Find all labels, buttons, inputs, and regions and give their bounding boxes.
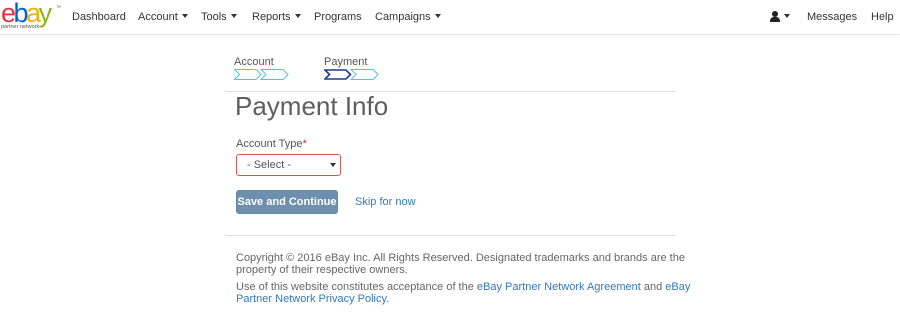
nav-help[interactable]: Help [871, 0, 894, 35]
caret-down-icon [230, 14, 237, 19]
partner-agreement-link[interactable]: eBay Partner Network Agreement [477, 281, 641, 293]
terms-period: . [386, 293, 390, 305]
top-navbar: ebay ™ partner network Dashboard Account… [0, 0, 900, 35]
nav-messages-label: Messages [807, 11, 858, 23]
step-account-chevrons [234, 69, 289, 80]
nav-reports-dropdown[interactable]: Reports [252, 0, 301, 35]
caret-down-icon [294, 14, 301, 19]
chevron-down-icon [330, 163, 336, 167]
account-type-select-value: - Select - [247, 159, 292, 171]
step-chevron-current [324, 69, 352, 80]
terms-line-1: Use of this website constitutes acceptan… [236, 281, 690, 293]
nav-campaigns-label: Campaigns [375, 11, 431, 23]
copyright-line-1: Copyright © 2016 eBay Inc. All Rights Re… [236, 252, 685, 264]
nav-campaigns-dropdown[interactable]: Campaigns [375, 0, 441, 35]
logo-subtitle: partner network [1, 24, 40, 30]
terms-line-2: Partner Network Privacy Policy. [236, 293, 690, 305]
copyright-text: Copyright © 2016 eBay Inc. All Rights Re… [236, 252, 685, 276]
nav-messages[interactable]: Messages [807, 0, 857, 35]
account-type-select[interactable]: - Select - [236, 154, 341, 176]
step-chevron [234, 69, 262, 80]
account-type-label-text: Account Type [236, 138, 303, 150]
step-chevron [349, 69, 379, 80]
nav-programs[interactable]: Programs [314, 0, 362, 35]
user-menu-dropdown[interactable] [770, 0, 790, 35]
nav-account-label: Account [138, 11, 178, 23]
ebay-partner-network-logo[interactable]: ebay ™ partner network [0, 0, 64, 32]
copyright-line-2: property of their respective owners. [236, 264, 408, 276]
user-icon [770, 10, 780, 22]
account-type-label: Account Type* [236, 138, 307, 150]
terms-and: and [643, 281, 663, 293]
nav-dashboard[interactable]: Dashboard [72, 0, 126, 35]
terms-text: Use of this website constitutes acceptan… [236, 281, 690, 305]
nav-help-label: Help [871, 11, 894, 23]
step-payment-chevrons [324, 69, 379, 80]
step-account-label: Account [234, 56, 274, 68]
nav-account-dropdown[interactable]: Account [138, 0, 188, 35]
skip-for-now-link[interactable]: Skip for now [355, 196, 416, 208]
step-payment-label: Payment [324, 56, 368, 68]
nav-reports-label: Reports [252, 11, 291, 23]
required-marker: * [302, 138, 307, 150]
nav-dashboard-label: Dashboard [72, 11, 126, 23]
privacy-policy-link-part1[interactable]: eBay [665, 281, 690, 293]
nav-programs-label: Programs [314, 11, 362, 23]
step-chevron [259, 69, 289, 80]
caret-down-icon [784, 14, 790, 19]
terms-prefix: Use of this website constitutes acceptan… [236, 281, 474, 293]
page-title: Payment Info [235, 91, 389, 121]
nav-tools-label: Tools [201, 11, 227, 23]
privacy-policy-link-part2[interactable]: Partner Network Privacy Policy [236, 293, 386, 305]
caret-down-icon [434, 14, 441, 19]
logo-letter-y: y [38, 0, 53, 28]
footer-divider [225, 235, 676, 236]
nav-tools-dropdown[interactable]: Tools [201, 0, 237, 35]
caret-down-icon [181, 14, 188, 19]
save-and-continue-button[interactable]: Save and Continue [236, 190, 338, 214]
logo-trademark: ™ [56, 5, 61, 11]
